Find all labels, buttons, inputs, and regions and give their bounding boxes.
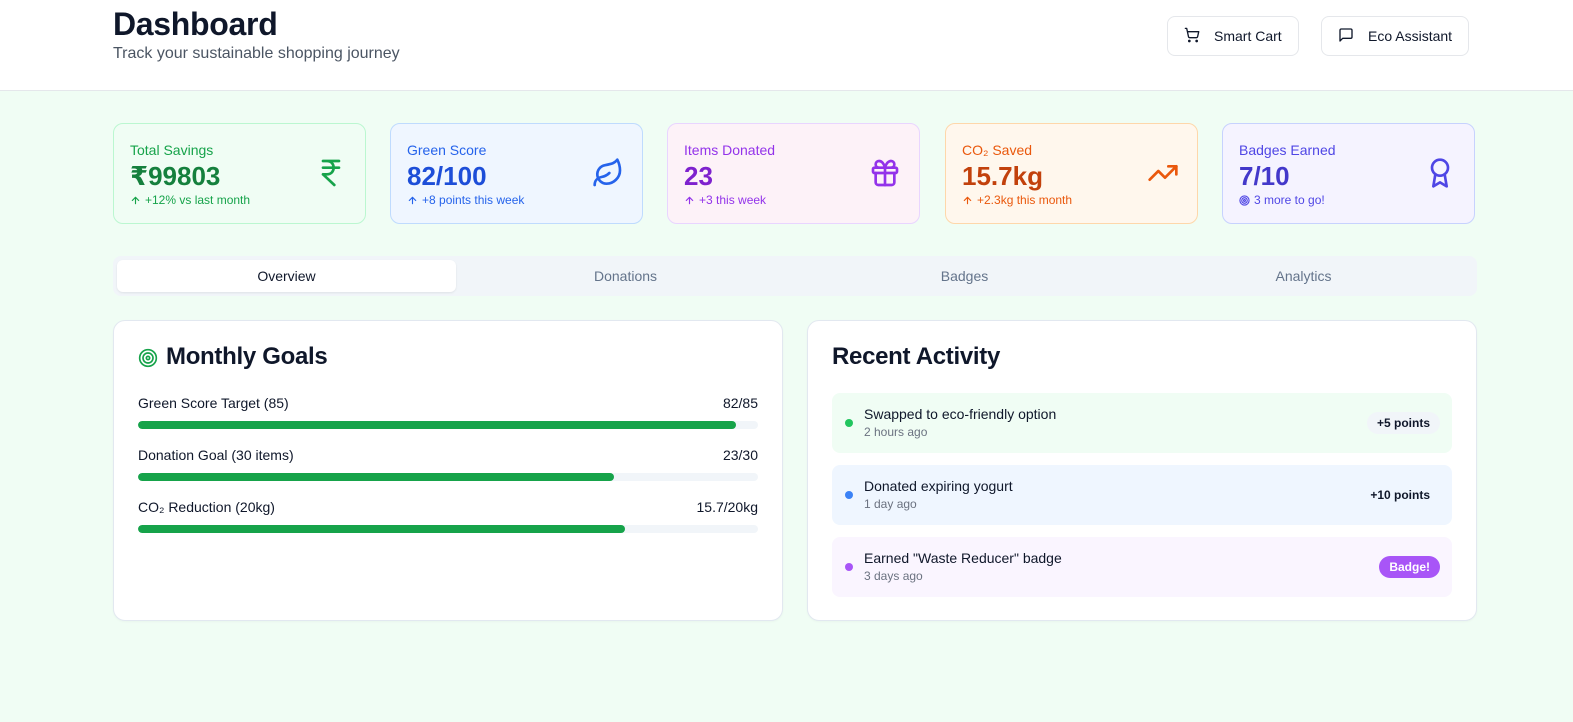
header: Dashboard Track your sustainable shoppin…	[0, 0, 1573, 91]
recent-activity-card: Recent Activity Swapped to eco-friendly …	[807, 320, 1477, 621]
stat-label: Items Donated	[684, 142, 776, 158]
stat-sub-text: +12% vs last month	[145, 193, 251, 207]
stat-card-co2-saved: CO₂ Saved 15.7kg +2.3kg this month	[945, 123, 1198, 224]
activity-item[interactable]: Swapped to eco-friendly option 2 hours a…	[832, 393, 1452, 453]
gift-icon	[871, 159, 899, 187]
arrow-up-icon	[408, 196, 417, 204]
activity-item[interactable]: Donated expiring yogurt 1 day ago +10 po…	[832, 465, 1452, 525]
stat-sub-text: +8 points this week	[422, 193, 525, 207]
stat-value: 7/10	[1239, 161, 1290, 191]
eco-assistant-label: Eco Assistant	[1368, 28, 1453, 44]
stat-sub: 3 more to go!	[1239, 193, 1325, 207]
page-title: Dashboard	[113, 6, 278, 42]
status-dot	[845, 563, 853, 571]
goal-label: Green Score Target (85)	[138, 395, 289, 411]
stat-card-badges-earned: Badges Earned 7/10 3 more to go!	[1222, 123, 1475, 224]
stat-value: ₹99803	[130, 161, 221, 191]
status-dot	[845, 419, 853, 427]
award-icon	[1430, 158, 1450, 188]
stat-sub: +3 this week	[684, 193, 766, 207]
smart-cart-button[interactable]: Smart Cart	[1167, 16, 1299, 56]
smart-cart-label: Smart Cart	[1214, 28, 1282, 44]
stat-value: 15.7kg	[962, 161, 1043, 191]
leaf-icon	[593, 158, 622, 187]
goal-progress-bar	[138, 525, 758, 533]
rupee-icon	[321, 159, 341, 187]
message-square-icon	[1338, 27, 1354, 46]
points-badge: +10 points	[1360, 484, 1440, 506]
goal-progress-fill	[138, 525, 625, 533]
tab-bar: Overview Donations Badges Analytics	[113, 256, 1477, 296]
goal-progress-fill	[138, 421, 737, 429]
badge-earned-pill: Badge!	[1379, 556, 1440, 578]
stat-value: 23	[684, 161, 713, 191]
recent-activity-title: Recent Activity	[832, 343, 1001, 370]
tab-donations[interactable]: Donations	[456, 260, 795, 292]
stat-sub-text: 3 more to go!	[1254, 193, 1325, 207]
activity-time: 1 day ago	[864, 497, 917, 511]
stat-sub-text: +2.3kg this month	[977, 193, 1073, 207]
stat-card-items-donated: Items Donated 23 +3 this week	[667, 123, 920, 224]
activity-item[interactable]: Earned "Waste Reducer" badge 3 days ago …	[832, 537, 1452, 597]
trending-up-icon	[1148, 165, 1178, 181]
monthly-goals-title: Monthly Goals	[166, 343, 328, 370]
arrow-up-icon	[963, 196, 972, 204]
stat-label: Green Score	[407, 142, 487, 158]
goal-value: 15.7/20kg	[696, 499, 759, 515]
status-dot	[845, 491, 853, 499]
stat-value: 82/100	[407, 161, 487, 191]
stat-sub-text: +3 this week	[699, 193, 767, 207]
eco-assistant-button[interactable]: Eco Assistant	[1321, 16, 1470, 56]
shopping-cart-icon	[1184, 27, 1200, 46]
monthly-goals-card: Monthly Goals Green Score Target (85) 82…	[113, 320, 783, 621]
goal-progress-bar	[138, 473, 758, 481]
stat-card-total-savings: Total Savings ₹99803 +12% vs last month	[113, 123, 366, 224]
tab-overview[interactable]: Overview	[117, 260, 456, 292]
stat-sub: +12% vs last month	[130, 193, 250, 207]
arrow-up-icon	[131, 196, 140, 204]
activity-title: Swapped to eco-friendly option	[864, 406, 1057, 422]
goal-progress-fill	[138, 473, 614, 481]
activity-time: 3 days ago	[864, 569, 923, 583]
goal-label: Donation Goal (30 items)	[138, 447, 294, 463]
goal-value: 23/30	[722, 447, 758, 463]
tab-analytics[interactable]: Analytics	[1134, 260, 1473, 292]
activity-time: 2 hours ago	[864, 425, 928, 439]
stat-label: Total Savings	[130, 142, 214, 158]
stat-card-green-score: Green Score 82/100 +8 points this week	[390, 123, 643, 224]
target-icon	[138, 348, 158, 368]
goal-label: CO₂ Reduction (20kg)	[138, 499, 275, 515]
stat-sub: +2.3kg this month	[962, 193, 1072, 207]
stat-label: CO₂ Saved	[962, 142, 1033, 158]
page-subtitle: Track your sustainable shopping journey	[113, 45, 400, 62]
tab-badges[interactable]: Badges	[795, 260, 1134, 292]
stat-sub: +8 points this week	[407, 193, 524, 207]
stat-label: Badges Earned	[1239, 142, 1336, 158]
goal-progress-bar	[138, 421, 758, 429]
activity-title: Donated expiring yogurt	[864, 478, 1013, 494]
points-badge: +5 points	[1366, 412, 1440, 434]
target-icon	[1239, 194, 1250, 206]
goal-value: 82/85	[722, 395, 758, 411]
arrow-up-icon	[685, 196, 694, 204]
activity-title: Earned "Waste Reducer" badge	[864, 550, 1062, 566]
